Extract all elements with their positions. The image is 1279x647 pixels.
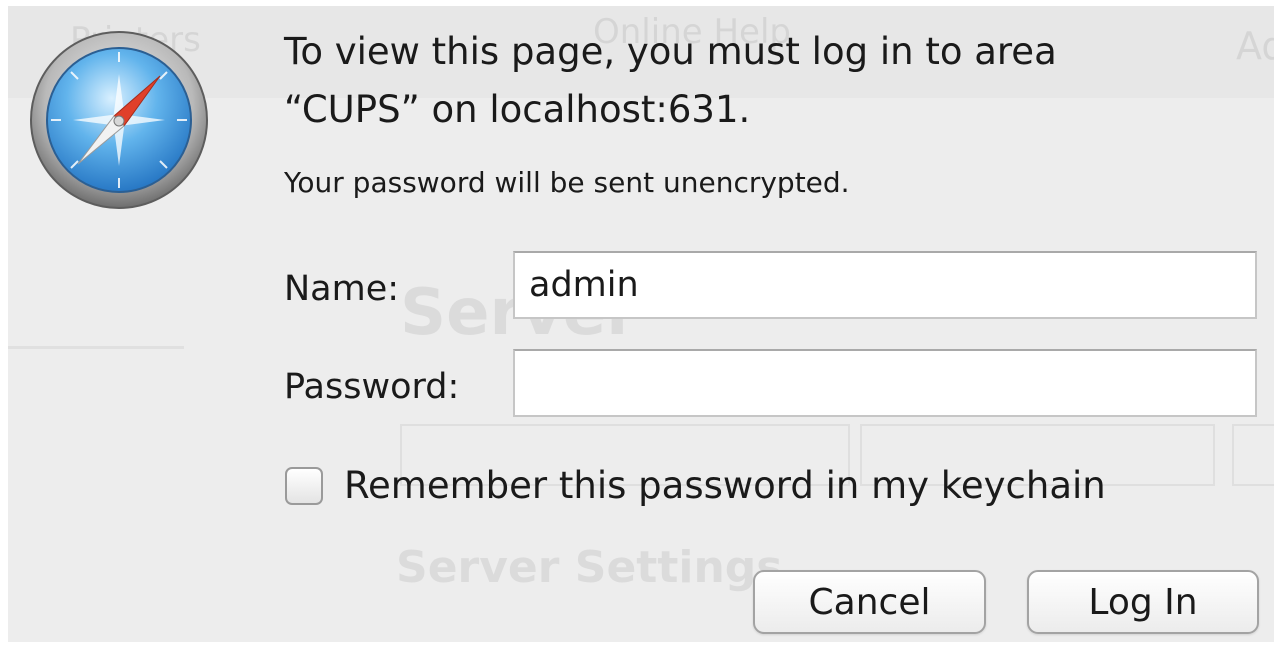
dialog-message-line-2: “CUPS” on localhost:631. [284, 88, 751, 131]
background-divider [8, 346, 184, 349]
safari-compass-icon [30, 31, 208, 209]
cancel-button[interactable]: Cancel [753, 570, 986, 634]
remember-password-label[interactable]: Remember this password in my keychain [344, 464, 1106, 507]
remember-password-checkbox[interactable] [285, 466, 323, 505]
background-tab-partial: Ad [1236, 24, 1274, 68]
dialog-message-line-1: To view this page, you must log in to ar… [284, 30, 1057, 73]
log-in-button[interactable]: Log In [1027, 570, 1259, 634]
name-field[interactable] [513, 251, 1257, 319]
name-label: Name: [284, 269, 400, 309]
unencrypted-warning: Your password will be sent unencrypted. [284, 166, 850, 199]
password-label: Password: [284, 367, 460, 407]
login-sheet: Printers Online Help Ad Server Server Se… [8, 6, 1274, 642]
background-button-partial [1232, 424, 1274, 486]
password-field[interactable] [513, 349, 1257, 417]
remember-password-option[interactable]: Remember this password in my keychain [285, 464, 1106, 507]
background-subheading: Server Settings [396, 542, 783, 593]
